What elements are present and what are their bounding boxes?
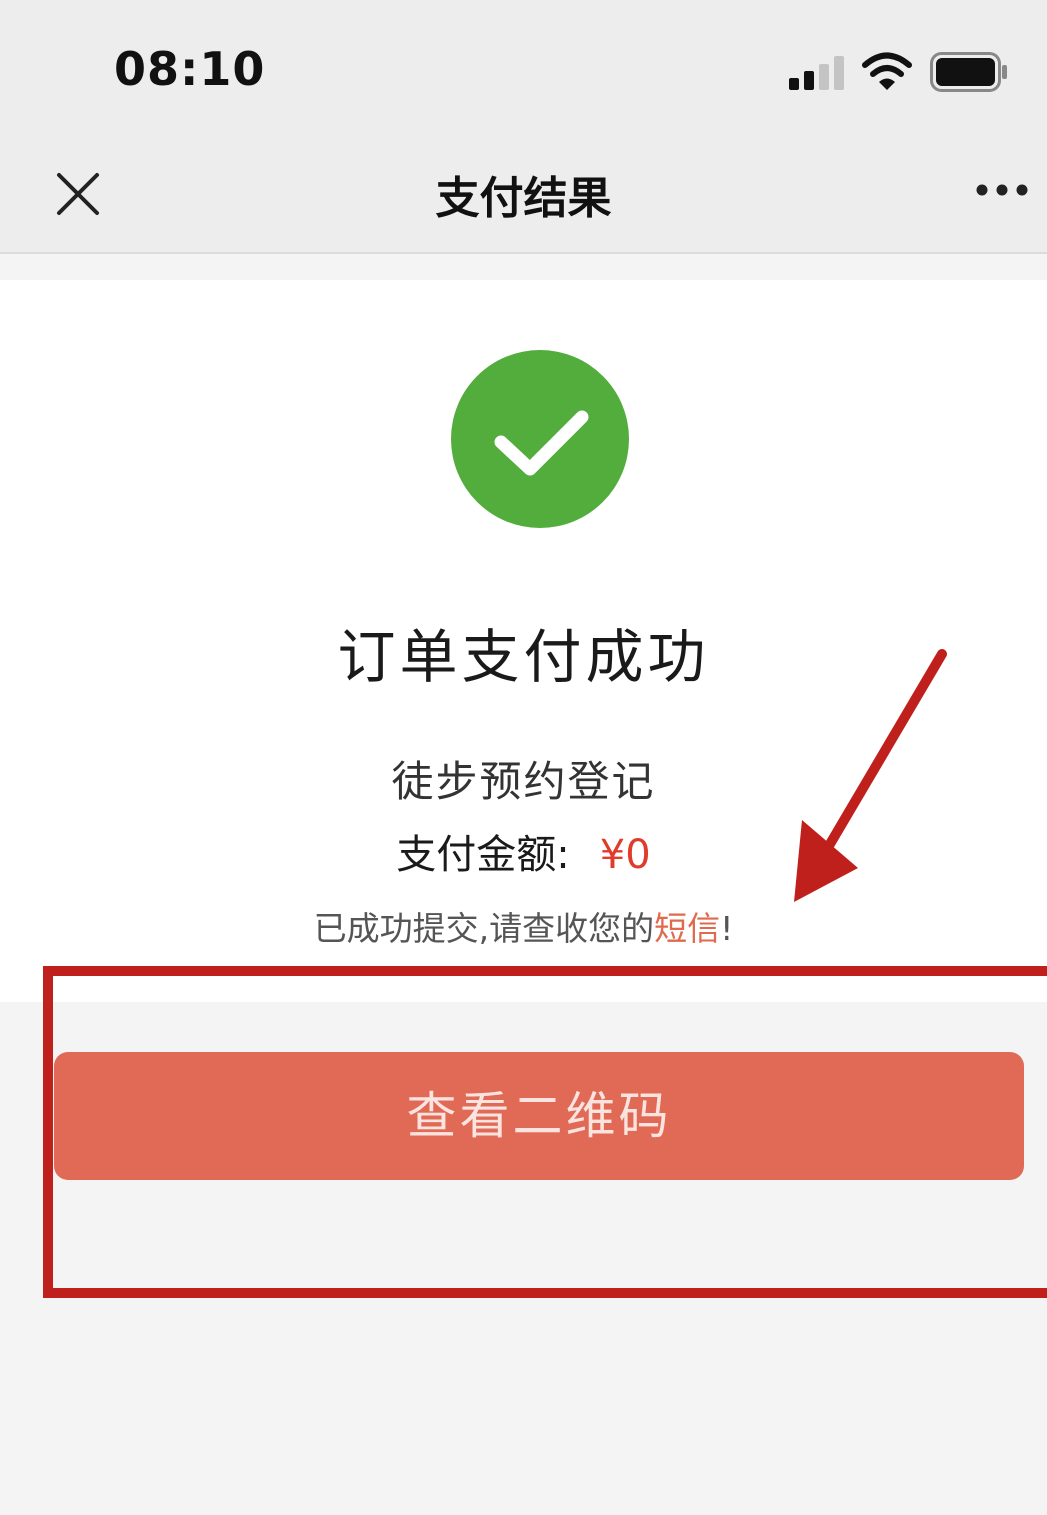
submission-notice: 已成功提交,请查收您的短信! — [0, 902, 1047, 950]
result-title: 订单支付成功 — [337, 623, 710, 691]
sms-link[interactable]: 短信 — [654, 909, 720, 948]
view-qr-code-button[interactable]: 查看二维码 — [54, 1052, 1024, 1180]
navigation-bar: 支付结果 — [0, 130, 1047, 254]
status-bar: 08:10 — [0, 0, 1047, 130]
order-name: 徒步预约登记 — [391, 757, 656, 806]
payment-result-panel: 订单支付成功 徒步预约登记 支付金额: ¥0 已成功提交,请查收您的短信! — [0, 280, 1047, 1002]
amount-value: ¥0 — [599, 832, 651, 878]
notice-text: 已成功提交,请查收您的 — [313, 909, 655, 948]
status-time: 08:10 — [114, 42, 266, 96]
checkmark-circle-icon — [451, 350, 629, 528]
battery-icon — [930, 52, 1007, 92]
more-icon[interactable] — [972, 170, 1032, 210]
notice-end: ! — [720, 909, 734, 948]
cellular-signal-icon — [789, 56, 845, 90]
wifi-icon — [862, 52, 912, 90]
payment-amount: 支付金额: ¥0 — [0, 822, 1047, 880]
page-title: 支付结果 — [435, 173, 612, 224]
amount-label: 支付金额: — [396, 832, 570, 878]
